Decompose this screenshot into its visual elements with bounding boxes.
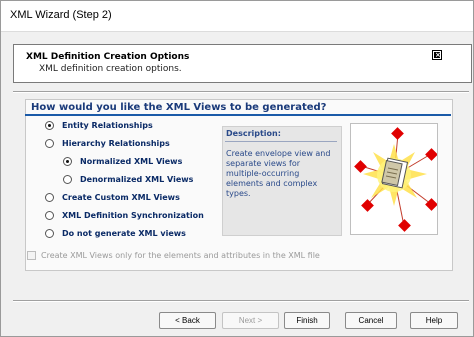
radio-xml-definition-synchronization[interactable] [45,211,54,220]
xml-file-only-label: Create XML Views only for the elements a… [41,251,320,260]
cancel-button[interactable]: Cancel [345,312,397,329]
description-label: Description: [226,129,281,138]
header-title: XML Definition Creation Options [26,52,190,62]
document-burst-icon [354,127,438,232]
header-panel: XML Definition Creation Options XML defi… [13,44,472,83]
next-button[interactable]: Next > [222,312,279,329]
radio-create-custom-xml-views[interactable] [45,193,54,202]
option-create-custom-xml-views[interactable]: Create Custom XML Views [45,193,180,202]
help-button[interactable]: Help [410,312,458,329]
description-text: Create envelope view and separate views … [226,149,331,198]
option-label: Hierarchy Relationships [62,139,170,148]
option-label: XML Definition Synchronization [62,211,204,220]
header-subtitle: XML definition creation options. [39,64,182,74]
radio-normalized-xml-views[interactable] [63,157,72,166]
radio-denormalized-xml-views[interactable] [63,175,72,184]
radio-do-not-generate[interactable] [45,229,54,238]
option-entity-relationships[interactable]: Entity Relationships [45,121,153,130]
description-divider [225,141,337,142]
xml-file-only-checkbox-row[interactable]: Create XML Views only for the elements a… [27,251,320,260]
option-label: Entity Relationships [62,121,153,130]
option-normalized-xml-views[interactable]: Normalized XML Views [63,157,182,166]
question-heading: How would you like the XML Views to be g… [31,102,327,113]
separator-top [13,91,469,93]
back-button[interactable]: < Back [159,312,216,329]
description-box: Description: Create envelope view and se… [222,126,342,236]
separator-bottom [13,300,469,302]
option-denormalized-xml-views[interactable]: Denormalized XML Views [63,175,193,184]
xml-definition-icon: × [432,50,442,60]
title-bar[interactable]: XML Wizard (Step 2) [1,1,473,32]
xml-views-illustration [350,123,438,235]
window-title: XML Wizard (Step 2) [10,9,112,21]
option-label: Do not generate XML views [62,229,186,238]
radio-hierarchy-relationships[interactable] [45,139,54,148]
option-do-not-generate[interactable]: Do not generate XML views [45,229,186,238]
option-xml-definition-synchronization[interactable]: XML Definition Synchronization [45,211,204,220]
xml-file-only-checkbox[interactable] [27,251,36,260]
xml-wizard-window: XML Wizard (Step 2) XML Definition Creat… [0,0,474,337]
heading-underline [25,114,451,116]
option-label: Denormalized XML Views [80,175,194,184]
finish-button[interactable]: Finish [284,312,330,329]
option-hierarchy-relationships[interactable]: Hierarchy Relationships [45,139,170,148]
radio-entity-relationships[interactable] [45,121,54,130]
option-label: Normalized XML Views [80,157,183,166]
option-label: Create Custom XML Views [62,193,180,202]
